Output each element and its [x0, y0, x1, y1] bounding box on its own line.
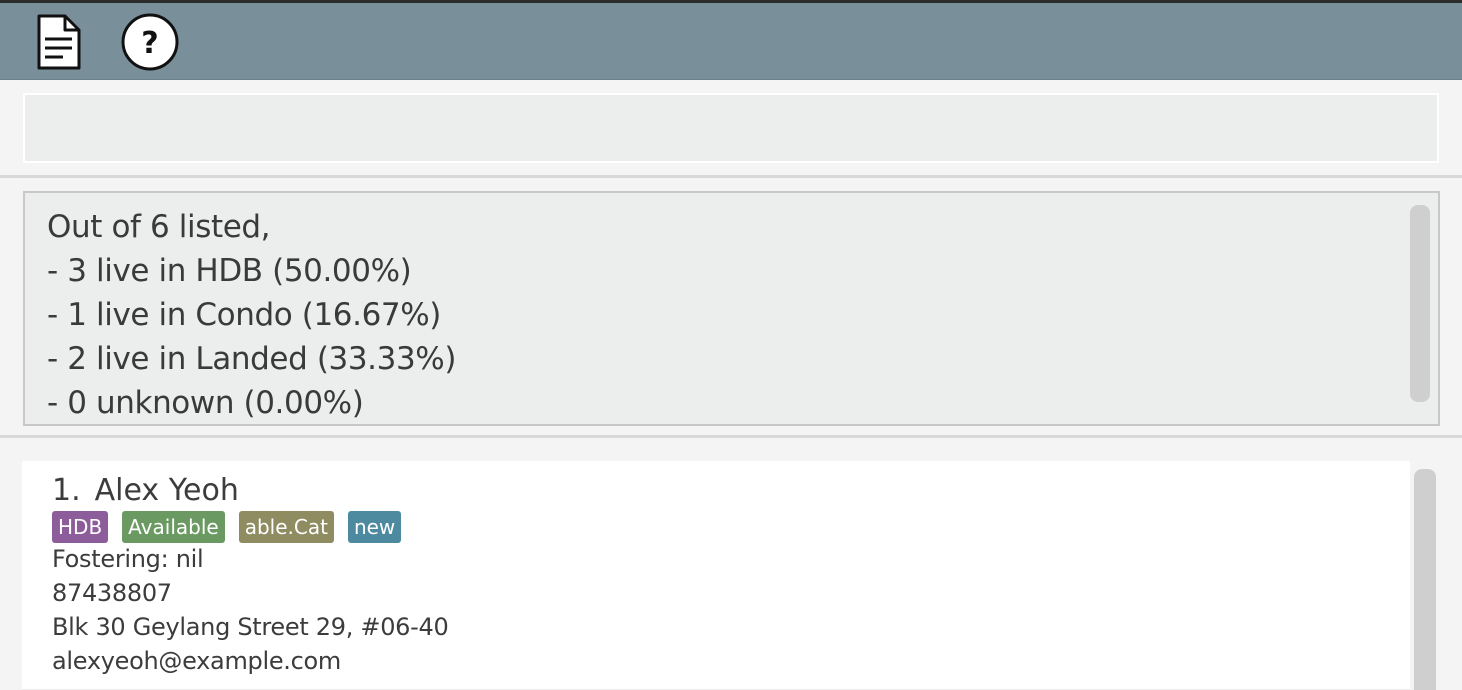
result-line: - 1 live in Condo (16.67%): [47, 297, 441, 333]
result-line: - 2 live in Landed (33.33%): [47, 341, 457, 377]
phone-field: 87438807: [52, 579, 172, 607]
help-glyph: ?: [141, 26, 158, 61]
person-card[interactable]: 1. Alex Yeoh HDB Available able.Cat new F…: [22, 461, 1410, 690]
person-name-text: Alex Yeoh: [94, 473, 239, 508]
result-text: Out of 6 listed, - 3 live in HDB (50.00%…: [47, 205, 457, 424]
document-icon[interactable]: [28, 12, 88, 72]
email-field: alexyeoh@example.com: [52, 647, 341, 675]
tag-badge: new: [347, 511, 402, 543]
result-scrollbar[interactable]: [1410, 205, 1430, 402]
fostering-field: Fostering: nil: [52, 545, 204, 573]
result-line: - 3 live in HDB (50.00%): [47, 253, 412, 289]
person-list: 1. Alex Yeoh HDB Available able.Cat new F…: [0, 441, 1462, 690]
result-line: Out of 6 listed,: [47, 209, 271, 245]
result-line: - 0 unknown (0.00%): [47, 385, 364, 421]
result-display-area: Out of 6 listed, - 3 live in HDB (50.00%…: [0, 181, 1462, 438]
tag-list: HDB Available able.Cat new: [52, 511, 402, 543]
app-window: ? Out of 6 listed, - 3 live in HDB (50.0…: [0, 0, 1462, 690]
command-input[interactable]: [23, 93, 1439, 163]
person-name: 1. Alex Yeoh: [52, 473, 239, 508]
toolbar: ?: [0, 3, 1462, 80]
tag-badge: able.Cat: [238, 511, 334, 543]
tag-badge: Available: [122, 511, 225, 543]
tag-badge: HDB: [52, 511, 109, 543]
list-scrollbar[interactable]: [1414, 469, 1436, 690]
address-field: Blk 30 Geylang Street 29, #06-40: [52, 613, 449, 641]
help-icon[interactable]: ?: [120, 12, 180, 72]
person-index: 1.: [52, 473, 81, 508]
result-display[interactable]: Out of 6 listed, - 3 live in HDB (50.00%…: [23, 191, 1440, 426]
command-box-area: [0, 80, 1462, 178]
